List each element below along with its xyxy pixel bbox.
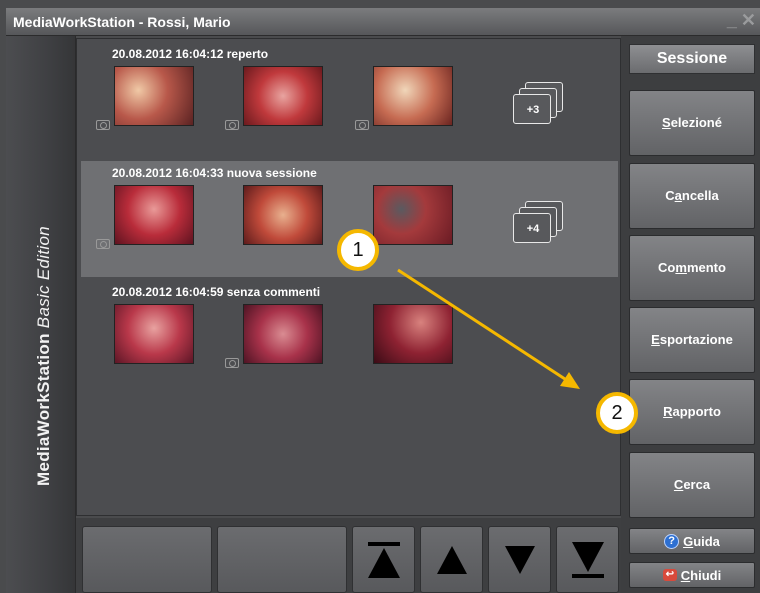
export-button[interactable]: Esportazione xyxy=(629,307,755,373)
exit-label: Chiudi xyxy=(680,567,722,583)
session-title: 20.08.2012 16:04:33 nuova sessione xyxy=(112,166,317,180)
exit-button[interactable]: ↩ Chiudi xyxy=(629,562,755,588)
window-title: MediaWorkStation - Rossi, Mario xyxy=(13,14,231,30)
sidebar-header: Sessione xyxy=(629,44,755,74)
arrow-down-icon xyxy=(504,545,535,574)
empty-slot-button[interactable] xyxy=(217,526,347,593)
minimize-icon[interactable]: _ xyxy=(727,10,737,31)
session-list[interactable]: 20.08.2012 16:04:12 reperto +3 20.08.201… xyxy=(76,38,621,516)
select-button[interactable]: Selezioné xyxy=(629,90,755,156)
comment-button[interactable]: Commento xyxy=(629,235,755,301)
session-title: 20.08.2012 16:04:59 senza commenti xyxy=(112,285,321,299)
image-thumbnail[interactable] xyxy=(114,185,194,245)
brand-strip: MediaWorkStation Basic Edition xyxy=(6,36,76,593)
title-bar: MediaWorkStation - Rossi, Mario _ ✕ xyxy=(6,8,760,36)
help-label: Guida xyxy=(683,533,720,549)
image-thumbnail[interactable] xyxy=(114,66,194,126)
action-sidebar: Sessione Selezioné Cancella Commento Esp… xyxy=(621,36,760,593)
arrow-up-icon xyxy=(436,545,467,574)
session-row[interactable]: 20.08.2012 16:04:12 reperto +3 xyxy=(81,42,618,158)
camera-icon xyxy=(225,120,239,130)
app-window: MediaWorkStation - Rossi, Mario _ ✕ Media… xyxy=(0,0,760,593)
brand-logo: MediaWorkStation Basic Edition xyxy=(34,226,54,486)
more-count: +3 xyxy=(526,104,540,116)
bottom-toolbar xyxy=(76,518,621,593)
session-title: 20.08.2012 16:04:12 reperto xyxy=(112,47,269,61)
scroll-bottom-icon xyxy=(571,541,604,578)
search-button[interactable]: Cerca xyxy=(629,452,755,518)
scroll-top-button[interactable] xyxy=(352,526,415,593)
scroll-bottom-button[interactable] xyxy=(556,526,619,593)
scroll-up-button[interactable] xyxy=(420,526,483,593)
session-row[interactable]: 20.08.2012 16:04:59 senza commenti xyxy=(81,280,618,396)
brand-edition: Basic Edition xyxy=(34,226,53,329)
camera-icon xyxy=(96,239,110,249)
image-thumbnail[interactable] xyxy=(243,66,323,126)
report-button[interactable]: Rapporto xyxy=(629,379,755,445)
help-icon: ? xyxy=(664,533,680,549)
image-thumbnail[interactable] xyxy=(243,304,323,364)
scroll-top-icon xyxy=(367,541,400,578)
brand-name: MediaWorkStation xyxy=(34,333,53,486)
more-images-stack[interactable]: +3 xyxy=(513,82,563,128)
more-count: +4 xyxy=(526,223,540,235)
image-thumbnail[interactable] xyxy=(373,304,453,364)
close-icon[interactable]: ✕ xyxy=(741,10,756,31)
delete-button[interactable]: Cancella xyxy=(629,163,755,229)
window-controls: _ ✕ xyxy=(723,10,756,31)
image-thumbnail[interactable] xyxy=(114,304,194,364)
camera-icon xyxy=(355,120,369,130)
exit-icon: ↩ xyxy=(662,569,677,581)
image-thumbnail[interactable] xyxy=(373,66,453,126)
empty-slot-button[interactable] xyxy=(82,526,212,593)
image-thumbnail[interactable] xyxy=(243,185,323,245)
camera-icon xyxy=(225,358,239,368)
more-images-stack[interactable]: +4 xyxy=(513,201,563,247)
camera-icon xyxy=(96,120,110,130)
image-thumbnail[interactable] xyxy=(373,185,453,245)
scroll-down-button[interactable] xyxy=(488,526,551,593)
callout-1: 1 xyxy=(337,229,379,271)
help-button[interactable]: ? Guida xyxy=(629,528,755,554)
callout-2: 2 xyxy=(596,392,638,434)
